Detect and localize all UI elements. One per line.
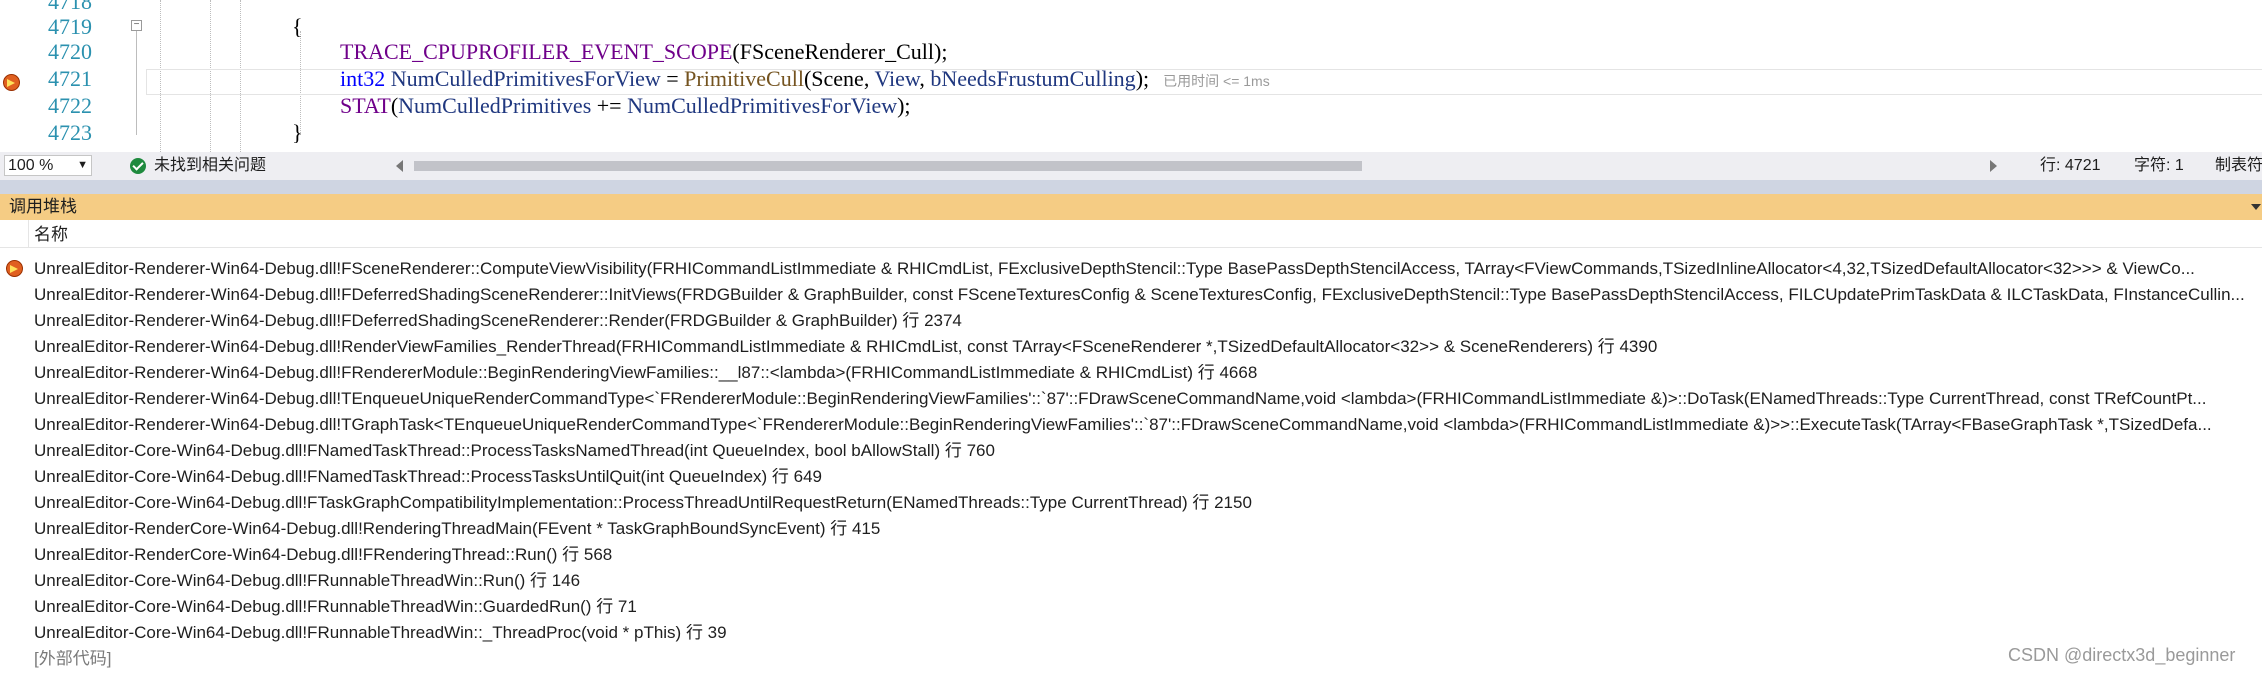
- operator-token: =: [660, 66, 685, 91]
- variable-token: NumCulledPrimitivesForView: [627, 93, 898, 118]
- frame-text: UnrealEditor-Renderer-Win64-Debug.dll!FS…: [34, 260, 2195, 278]
- open-brace: {: [292, 14, 303, 39]
- watermark: CSDN @directx3d_beginner: [2008, 645, 2236, 665]
- frame-text: UnrealEditor-Renderer-Win64-Debug.dll!FD…: [34, 312, 962, 330]
- line-number: 4719: [48, 14, 92, 39]
- chevron-down-icon: ▼: [77, 159, 88, 171]
- elapsed-time-hint: 已用时间 <= 1ms: [1163, 73, 1270, 89]
- punct-token: );: [897, 93, 911, 118]
- code-text: {: [292, 13, 303, 40]
- code-line[interactable]: 4719 {: [0, 13, 2262, 40]
- call-stack-frame[interactable]: UnrealEditor-Renderer-Win64-Debug.dll!TE…: [0, 386, 2262, 412]
- line-number: 4722: [48, 93, 92, 118]
- frame-text: [外部代码]: [34, 650, 112, 668]
- code-editor[interactable]: − 4718 4719 { 4720 TRACE_CPUPROFILER_EVE…: [0, 0, 2262, 152]
- punct-token: (: [732, 39, 740, 64]
- call-stack-frame[interactable]: UnrealEditor-Core-Win64-Debug.dll!FRunna…: [0, 620, 2262, 646]
- frame-text: UnrealEditor-Renderer-Win64-Debug.dll!FD…: [34, 286, 2245, 304]
- frame-text: UnrealEditor-Core-Win64-Debug.dll!FNamed…: [34, 468, 822, 486]
- frame-text: UnrealEditor-Core-Win64-Debug.dll!FRunna…: [34, 624, 727, 642]
- punct-token: );: [934, 39, 948, 64]
- column-header-name[interactable]: 名称: [34, 226, 68, 244]
- close-brace: }: [292, 120, 303, 145]
- frame-text: UnrealEditor-Renderer-Win64-Debug.dll!TE…: [34, 390, 2207, 408]
- code-text: int32 NumCulledPrimitivesForView = Primi…: [340, 65, 1270, 95]
- frame-text: UnrealEditor-Core-Win64-Debug.dll!FRunna…: [34, 598, 637, 616]
- punct-token: (Scene,: [803, 66, 875, 91]
- issues-status[interactable]: 未找到相关问题: [154, 156, 266, 176]
- line-number: 4720: [48, 39, 92, 64]
- call-stack-frame[interactable]: UnrealEditor-RenderCore-Win64-Debug.dll!…: [0, 516, 2262, 542]
- frame-text: UnrealEditor-RenderCore-Win64-Debug.dll!…: [34, 546, 613, 564]
- variable-token: NumCulledPrimitives: [398, 93, 592, 118]
- macro-token: STAT: [340, 93, 391, 118]
- code-line-current[interactable]: 4721 int32 NumCulledPrimitivesForView = …: [0, 65, 2262, 92]
- column-header-row: 名称: [0, 220, 2262, 248]
- code-text: }: [292, 119, 303, 146]
- call-stack-frame[interactable]: UnrealEditor-Core-Win64-Debug.dll!FTaskG…: [0, 490, 2262, 516]
- green-check-icon: [130, 158, 146, 174]
- tab-mode-indicator[interactable]: 制表符: [2215, 156, 2262, 176]
- call-stack-frame[interactable]: UnrealEditor-Core-Win64-Debug.dll!FRunna…: [0, 594, 2262, 620]
- line-number: 4721: [48, 66, 92, 91]
- type-token: int32: [340, 66, 386, 91]
- frame-text: UnrealEditor-Core-Win64-Debug.dll!FTaskG…: [34, 494, 1252, 512]
- call-stack-header[interactable]: 调用堆栈: [0, 194, 2262, 220]
- frame-text: UnrealEditor-Renderer-Win64-Debug.dll!TG…: [34, 416, 2212, 434]
- code-text: TRACE_CPUPROFILER_EVENT_SCOPE(FSceneRend…: [340, 38, 947, 65]
- code-line[interactable]: 4723 }: [0, 119, 2262, 146]
- code-text: STAT(NumCulledPrimitives += NumCulledPri…: [340, 92, 911, 119]
- column-divider[interactable]: [28, 220, 29, 248]
- punct-token: );: [1135, 66, 1150, 91]
- call-stack-frame[interactable]: UnrealEditor-Core-Win64-Debug.dll!FNamed…: [0, 438, 2262, 464]
- scroll-right-arrow-icon[interactable]: [1990, 160, 1997, 172]
- panel-title: 调用堆栈: [9, 197, 77, 216]
- call-stack-frame[interactable]: UnrealEditor-Renderer-Win64-Debug.dll!Re…: [0, 334, 2262, 360]
- call-stack-frame[interactable]: UnrealEditor-Core-Win64-Debug.dll!FRunna…: [0, 568, 2262, 594]
- code-line[interactable]: 4720 TRACE_CPUPROFILER_EVENT_SCOPE(FScen…: [0, 38, 2262, 65]
- call-stack-frame-current[interactable]: UnrealEditor-Renderer-Win64-Debug.dll!FS…: [0, 256, 2262, 282]
- macro-token: TRACE_CPUPROFILER_EVENT_SCOPE: [340, 39, 733, 64]
- horizontal-scrollbar[interactable]: [412, 158, 1982, 174]
- zoom-value: 100 %: [8, 157, 54, 174]
- frame-text: UnrealEditor-Renderer-Win64-Debug.dll!Re…: [34, 338, 1658, 356]
- call-stack-frame[interactable]: UnrealEditor-Renderer-Win64-Debug.dll!FD…: [0, 282, 2262, 308]
- current-frame-arrow-icon: [6, 260, 23, 277]
- call-stack-frame-external[interactable]: [外部代码]: [0, 646, 2262, 672]
- panel-splitter[interactable]: [0, 180, 2262, 194]
- panel-options-icon[interactable]: [2251, 204, 2261, 210]
- punct-token: ,: [919, 66, 931, 91]
- call-stack-frame[interactable]: UnrealEditor-Renderer-Win64-Debug.dll!TG…: [0, 412, 2262, 438]
- call-stack-frame[interactable]: UnrealEditor-Renderer-Win64-Debug.dll!FD…: [0, 308, 2262, 334]
- arg-token: FSceneRenderer_Cull: [739, 39, 935, 64]
- frame-text: UnrealEditor-Core-Win64-Debug.dll!FNamed…: [34, 442, 995, 460]
- code-line[interactable]: 4722 STAT(NumCulledPrimitives += NumCull…: [0, 92, 2262, 119]
- variable-token: NumCulledPrimitivesForView: [390, 66, 661, 91]
- call-stack-list: UnrealEditor-Renderer-Win64-Debug.dll!FS…: [0, 256, 2262, 672]
- arg-token: View: [874, 66, 920, 91]
- frame-text: UnrealEditor-RenderCore-Win64-Debug.dll!…: [34, 520, 881, 538]
- call-stack-frame[interactable]: UnrealEditor-Renderer-Win64-Debug.dll!FR…: [0, 360, 2262, 386]
- scroll-left-arrow-icon[interactable]: [396, 160, 403, 172]
- line-indicator[interactable]: 行: 4721: [2040, 156, 2101, 176]
- call-stack-frame[interactable]: UnrealEditor-RenderCore-Win64-Debug.dll!…: [0, 542, 2262, 568]
- arg-token: bNeedsFrustumCulling: [930, 66, 1136, 91]
- frame-text: UnrealEditor-Renderer-Win64-Debug.dll!FR…: [34, 364, 1258, 382]
- editor-status-bar: 100 % ▼ 未找到相关问题 行: 4721 字符: 1 制表符: [0, 152, 2262, 180]
- char-indicator[interactable]: 字符: 1: [2134, 156, 2184, 176]
- call-stack-frame[interactable]: UnrealEditor-Core-Win64-Debug.dll!FNamed…: [0, 464, 2262, 490]
- line-number: 4723: [48, 120, 92, 145]
- frame-text: UnrealEditor-Core-Win64-Debug.dll!FRunna…: [34, 572, 581, 590]
- scrollbar-thumb[interactable]: [414, 161, 1362, 171]
- operator-token: +=: [591, 93, 628, 118]
- zoom-dropdown[interactable]: 100 % ▼: [4, 155, 92, 176]
- function-token: PrimitiveCull: [684, 66, 804, 91]
